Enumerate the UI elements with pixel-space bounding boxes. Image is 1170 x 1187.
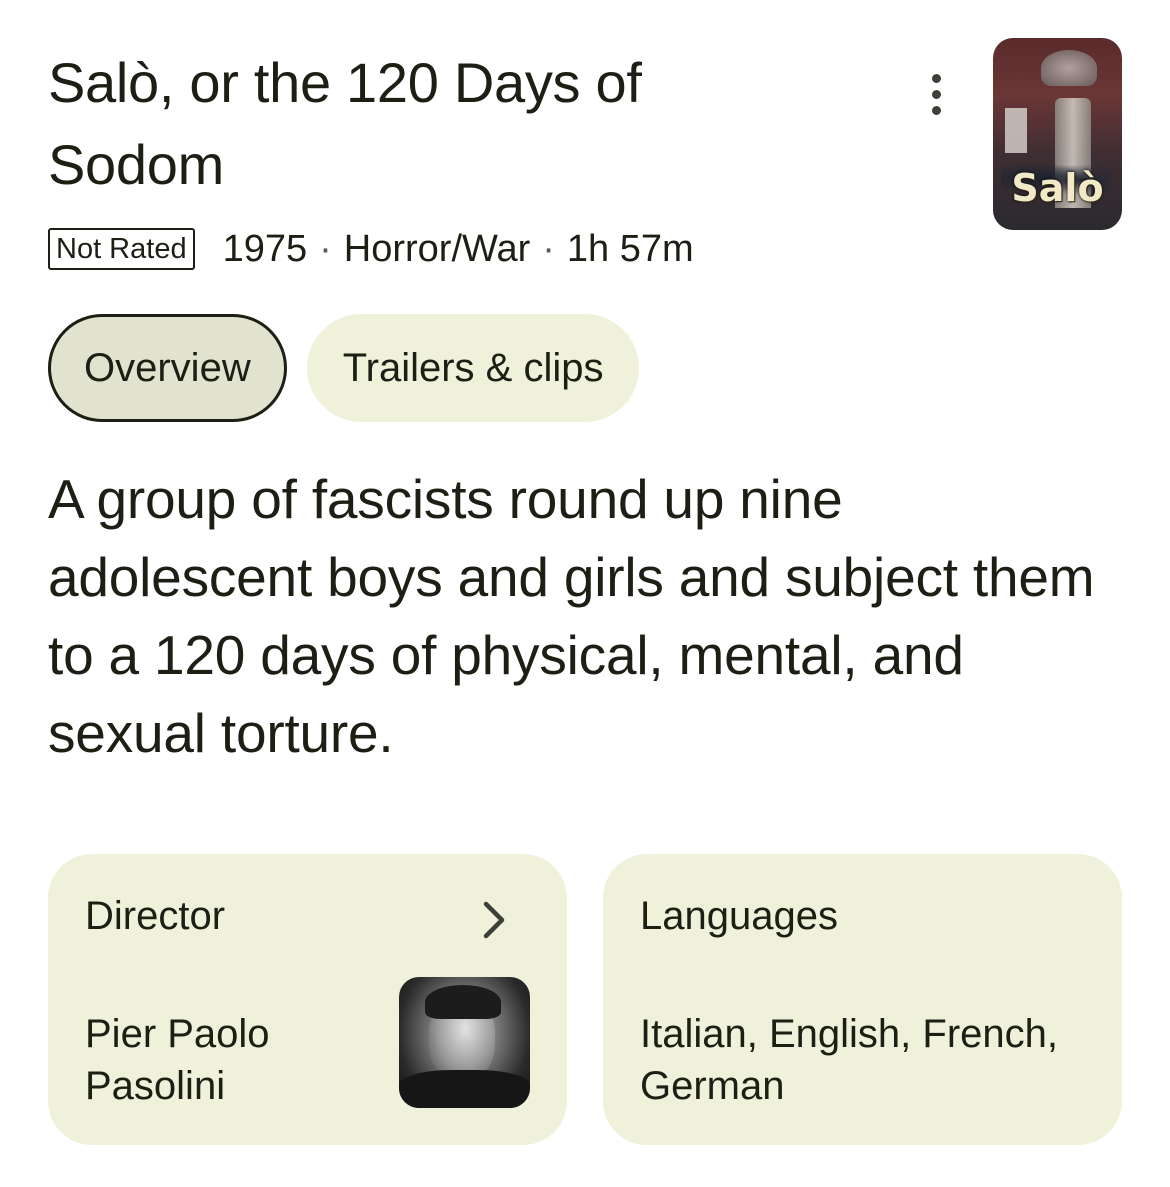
- movie-poster[interactable]: Salò: [993, 38, 1122, 230]
- languages-label: Languages: [640, 894, 838, 938]
- movie-title: Salò, or the 120 Days of Sodom: [48, 51, 642, 196]
- tab-trailers-clips[interactable]: Trailers & clips: [306, 314, 640, 422]
- more-vert-icon[interactable]: [912, 66, 960, 122]
- meta-separator: ·: [319, 227, 332, 270]
- more-dot: [931, 105, 941, 115]
- director-photo: [399, 977, 530, 1108]
- tab-bar: Overview Trailers & clips: [48, 314, 640, 422]
- tab-overview[interactable]: Overview: [48, 314, 287, 422]
- languages-value: Italian, English, French, German: [640, 1012, 1058, 1108]
- meta-separator: ·: [542, 227, 555, 270]
- photo-coat: [399, 1070, 530, 1108]
- photo-hair: [425, 985, 501, 1019]
- release-year: 1975: [222, 227, 308, 270]
- poster-logo: Salò: [1011, 166, 1104, 210]
- genre: Horror/War: [343, 227, 531, 270]
- more-dot: [931, 89, 941, 99]
- director-name: Pier Paolo Pasolini: [85, 1012, 270, 1108]
- runtime: 1h 57m: [566, 227, 694, 270]
- poster-lamp: [1041, 50, 1097, 86]
- more-dot: [931, 73, 941, 83]
- movie-meta: Not Rated 1975 · Horror/War · 1h 57m: [48, 224, 694, 274]
- movie-synopsis: A group of fascists round up nine adoles…: [48, 468, 1095, 764]
- chevron-right-icon: [483, 901, 505, 939]
- director-card[interactable]: Director Pier Paolo Pasolini: [48, 854, 567, 1145]
- poster-window: [1005, 108, 1027, 153]
- rating-badge: Not Rated: [48, 228, 195, 270]
- languages-card[interactable]: Languages Italian, English, French, Germ…: [603, 854, 1122, 1145]
- director-label: Director: [85, 894, 226, 938]
